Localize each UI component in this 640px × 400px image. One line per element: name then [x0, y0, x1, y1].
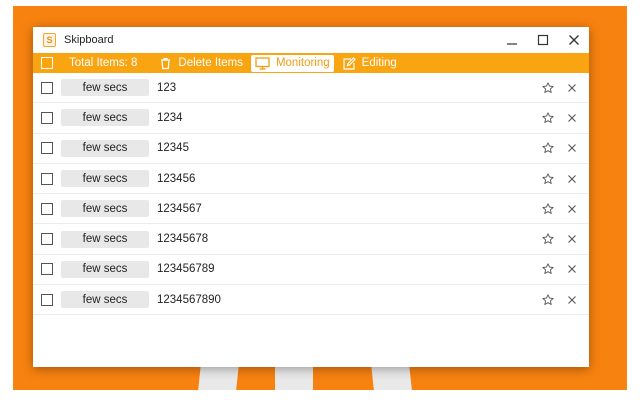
remove-item-button[interactable]	[560, 78, 584, 98]
title-bar: S Skipboard	[33, 27, 589, 53]
star-icon	[542, 81, 554, 93]
star-icon	[542, 142, 554, 154]
item-actions	[536, 229, 589, 249]
close-button[interactable]	[558, 27, 589, 53]
favorite-button[interactable]	[536, 199, 560, 219]
editing-label: Editing	[361, 57, 397, 69]
item-checkbox[interactable]	[41, 142, 53, 155]
list-item[interactable]: few secs 12345	[33, 134, 589, 164]
remove-item-button[interactable]	[560, 108, 584, 128]
item-timestamp: few secs	[61, 139, 149, 157]
maximize-icon	[537, 34, 548, 46]
select-all-checkbox[interactable]	[41, 57, 53, 69]
remove-item-button[interactable]	[560, 199, 584, 219]
star-icon	[542, 172, 554, 184]
item-checkbox[interactable]	[41, 111, 53, 124]
item-actions	[536, 199, 589, 219]
item-checkbox[interactable]	[41, 293, 53, 306]
list-item[interactable]: few secs 123456789	[33, 255, 589, 286]
minimize-icon	[506, 43, 517, 45]
close-icon	[568, 114, 576, 122]
item-text: 12345	[157, 142, 189, 155]
item-timestamp: few secs	[61, 291, 149, 309]
favorite-button[interactable]	[536, 259, 560, 279]
item-actions	[536, 259, 589, 279]
remove-item-button[interactable]	[560, 169, 584, 189]
list-item[interactable]: few secs 123456	[33, 164, 589, 195]
trash-icon	[161, 57, 171, 69]
favorite-button[interactable]	[536, 108, 560, 128]
close-icon	[568, 144, 576, 153]
list-item[interactable]: few secs 1234567	[33, 194, 589, 225]
item-text: 1234567	[157, 202, 202, 215]
close-icon	[568, 295, 576, 304]
item-checkbox[interactable]	[41, 202, 53, 215]
item-checkbox[interactable]	[41, 233, 53, 246]
star-icon	[542, 203, 554, 214]
item-actions	[536, 138, 589, 158]
item-timestamp: few secs	[61, 170, 149, 188]
item-actions	[536, 290, 589, 310]
item-checkbox[interactable]	[41, 81, 53, 94]
item-timestamp: few secs	[61, 79, 149, 97]
monitoring-tab[interactable]: Monitoring	[250, 54, 334, 72]
star-icon	[542, 263, 554, 275]
monitoring-label: Monitoring	[275, 57, 330, 69]
delete-items-button[interactable]: Delete Items	[155, 55, 247, 72]
item-text: 12345678	[157, 233, 209, 246]
window-controls	[496, 27, 589, 53]
list-item[interactable]: few secs 123	[33, 73, 589, 104]
editing-tab[interactable]: Editing	[338, 55, 401, 72]
maximize-button[interactable]	[527, 27, 558, 53]
list-item[interactable]: few secs 12345678	[33, 224, 589, 255]
item-timestamp: few secs	[61, 200, 149, 218]
delete-items-label: Delete Items	[178, 57, 243, 69]
close-icon	[568, 204, 576, 213]
item-text: 1234567890	[157, 293, 221, 306]
monitor-icon	[255, 56, 270, 70]
item-checkbox[interactable]	[41, 172, 53, 185]
item-checkbox[interactable]	[41, 263, 53, 276]
star-icon	[542, 294, 554, 305]
favorite-button[interactable]	[536, 169, 560, 189]
close-icon	[568, 265, 576, 274]
close-icon	[568, 83, 576, 92]
favorite-button[interactable]	[536, 78, 560, 98]
item-actions	[536, 108, 589, 128]
item-text: 123456	[157, 172, 196, 185]
star-icon	[542, 112, 554, 123]
list-item[interactable]: few secs 1234567890	[33, 285, 589, 316]
remove-item-button[interactable]	[560, 138, 584, 158]
remove-item-button[interactable]	[560, 229, 584, 249]
minimize-button[interactable]	[496, 27, 527, 53]
clipboard-list: few secs 123 few secs 1234 few secs 12345 few …	[33, 73, 589, 316]
item-actions	[536, 169, 589, 189]
close-icon	[568, 235, 576, 244]
list-item[interactable]: few secs 1234	[33, 103, 589, 134]
close-icon	[568, 174, 576, 183]
remove-item-button[interactable]	[560, 259, 584, 279]
remove-item-button[interactable]	[560, 290, 584, 310]
item-text: 1234	[157, 111, 183, 124]
favorite-button[interactable]	[536, 290, 560, 310]
skipboard-window: S Skipboard Total Items: 8 Delete Items	[33, 27, 589, 367]
favorite-button[interactable]	[536, 138, 560, 158]
app-icon: S	[43, 33, 56, 47]
item-timestamp: few secs	[61, 230, 149, 248]
item-text: 123	[157, 81, 177, 94]
item-text: 123456789	[157, 263, 215, 276]
item-actions	[536, 78, 589, 98]
edit-icon	[343, 56, 356, 70]
total-items-label: Total Items: 8	[69, 57, 138, 69]
item-timestamp: few secs	[61, 109, 149, 127]
window-title: Skipboard	[64, 34, 114, 46]
favorite-button[interactable]	[536, 229, 560, 249]
star-icon	[542, 233, 554, 245]
toolbar: Total Items: 8 Delete Items Monitoring E…	[33, 53, 589, 73]
close-icon	[568, 35, 579, 45]
item-timestamp: few secs	[61, 260, 149, 278]
